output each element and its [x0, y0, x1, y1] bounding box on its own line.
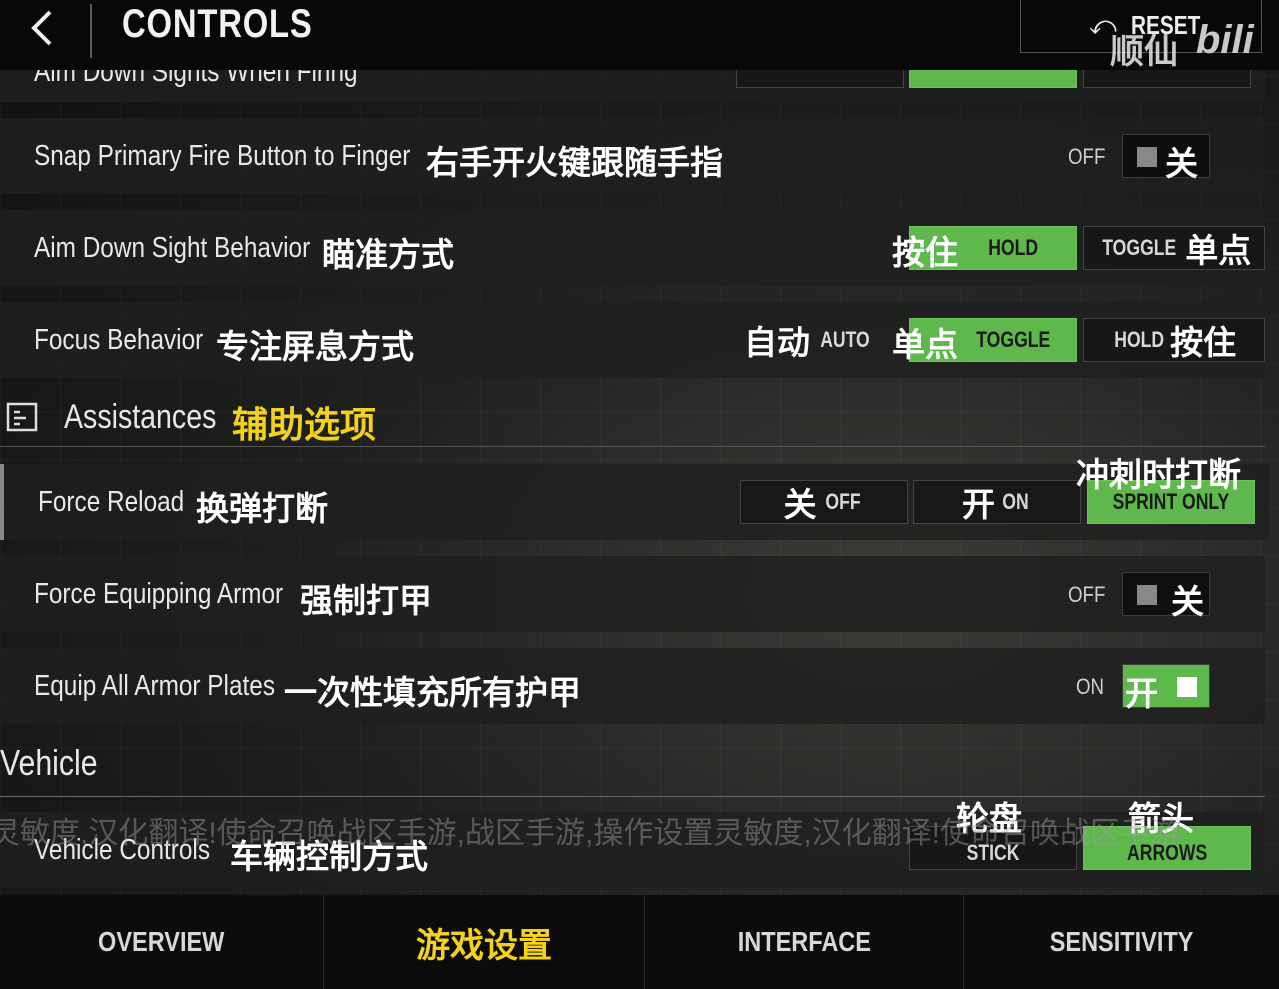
tab-game-settings[interactable]: 游戏设置 [324, 895, 644, 989]
toggle-zh: 开 [1125, 675, 1158, 712]
toggle-state: OFF [1068, 582, 1106, 607]
bottom-tab-bar: OVERVIEW 游戏设置 INTERFACE SENSITIVITY [0, 895, 1279, 989]
option-off[interactable] [736, 70, 904, 88]
header-divider [90, 4, 92, 58]
option-zh: 按住 [1170, 324, 1237, 361]
option-custom[interactable] [1083, 70, 1251, 88]
settings-row-snap-fire[interactable]: Snap Primary Fire Button to Finger 右手开火键… [0, 118, 1265, 194]
row-label: Snap Primary Fire Button to Finger [34, 140, 411, 172]
back-button[interactable] [18, 6, 68, 50]
option-zh: 单点 [892, 326, 958, 363]
row-label: Force Equipping Armor [34, 578, 284, 610]
option-toggle[interactable]: TOGGLE 单点 [1083, 226, 1265, 270]
watermark-text: 顺仙 [1110, 33, 1178, 71]
row-label: Aim Down Sights When Firing [34, 70, 358, 88]
settings-row-focus-behavior: Focus Behavior 专注屏息方式 自动 AUTO 单点 TOGGLE … [0, 302, 1265, 378]
toggle-knob [1137, 147, 1157, 167]
tab-label: 游戏设置 [416, 926, 552, 965]
sprint-only-zh: 冲刺时打断 [1076, 456, 1241, 493]
tab-label: SENSITIVITY [1049, 926, 1194, 957]
section-divider [0, 796, 1265, 797]
toggle-state: ON [1076, 674, 1105, 699]
toggle-knob [1137, 585, 1157, 605]
option-hold[interactable]: HOLD 按住 [1083, 318, 1265, 362]
option-label: OFF [824, 489, 861, 514]
row-label: Aim Down Sight Behavior [34, 232, 311, 264]
option-off[interactable]: 关 OFF [740, 480, 908, 524]
row-label: Focus Behavior [34, 324, 204, 356]
row-label-zh: 专注屏息方式 [216, 328, 414, 365]
top-bar: CONTROLS ⤺ RESET 顺仙 bili [0, 0, 1279, 71]
option-zh: 单点 [1185, 232, 1252, 269]
equip-all-toggle[interactable]: 开 [1122, 664, 1210, 712]
settings-row-equip-all-plates[interactable]: Equip All Armor Plates 一次性填充所有护甲 ON 开 [0, 648, 1265, 724]
row-label-zh: 强制打甲 [300, 582, 432, 619]
row-label-zh: 一次性填充所有护甲 [284, 674, 581, 711]
tab-overview[interactable]: OVERVIEW [0, 895, 323, 989]
option-label: HOLD [1114, 327, 1164, 352]
option-auto[interactable]: 自动 AUTO [720, 318, 900, 362]
tab-sensitivity[interactable]: SENSITIVITY [964, 895, 1279, 989]
snap-fire-toggle[interactable]: 关 [1122, 134, 1210, 182]
option-on[interactable]: 开 ON [913, 480, 1081, 524]
option-zh: 按住 [892, 234, 958, 271]
back-arrow-icon [31, 10, 52, 46]
force-armor-toggle[interactable]: 关 [1122, 572, 1210, 620]
toggle-zh: 关 [1165, 145, 1198, 182]
row-label: Equip All Armor Plates [34, 670, 276, 702]
row-label-zh: 换弹打断 [196, 490, 328, 527]
settings-row-aim-down-sights-firing: Aim Down Sights When Firing [0, 70, 1265, 102]
row-label-zh: 右手开火键跟随手指 [426, 144, 723, 181]
option-label: AUTO [820, 327, 870, 352]
section-assistances: Assistances 辅助选项 [0, 390, 1265, 447]
option-zh: 关 [783, 486, 817, 523]
section-vehicle: Vehicle [0, 742, 98, 783]
toggle-state: OFF [1068, 144, 1106, 169]
toggle-zh: 关 [1171, 583, 1204, 620]
watermark-logo: bili [1196, 18, 1254, 62]
section-title-zh: 辅助选项 [232, 404, 377, 445]
tab-interface[interactable]: INTERFACE [645, 895, 963, 989]
settings-row-force-armor[interactable]: Force Equipping Armor 强制打甲 OFF 关 [0, 556, 1265, 632]
settings-row-ads-behavior: Aim Down Sight Behavior 瞄准方式 按住 HOLD TOG… [0, 210, 1265, 286]
page-title: CONTROLS [122, 2, 313, 46]
toggle-knob [1177, 677, 1197, 697]
list-icon [6, 402, 38, 432]
scrolling-subtitle: 灵敏度,汉化翻译!使命召唤战区手游,战区手游,操作设置灵敏度,汉化翻译!使命召唤… [0, 817, 1181, 850]
row-label: Force Reload [38, 486, 185, 518]
option-zh: 开 [962, 486, 995, 523]
row-label-zh: 瞄准方式 [322, 236, 454, 273]
option-label: HOLD [988, 235, 1038, 260]
tab-label: OVERVIEW [98, 926, 225, 957]
section-title: Assistances [64, 398, 217, 436]
option-label: ON [1002, 489, 1029, 514]
option-label: TOGGLE [976, 327, 1050, 352]
option-label: TOGGLE [1102, 235, 1176, 260]
option-on[interactable] [909, 70, 1077, 88]
option-zh: 自动 [744, 324, 811, 361]
tab-label: INTERFACE [737, 926, 871, 957]
